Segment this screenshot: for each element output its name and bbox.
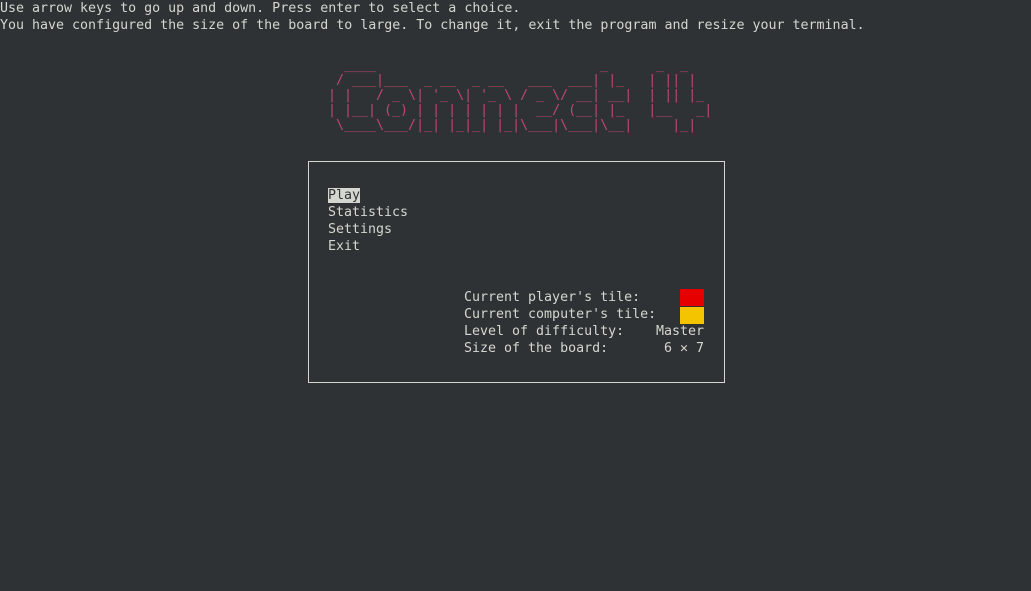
instruction-line-board-size: You have configured the size of the boar… xyxy=(0,18,865,33)
menu-item-play[interactable]: Play xyxy=(328,187,361,204)
board-size-value: 6 ✕ 7 xyxy=(663,341,704,356)
player-tile-color xyxy=(680,289,704,306)
player-tile-label: Current player's tile: xyxy=(464,290,641,305)
board-size-label: Size of the board: xyxy=(464,341,609,356)
player-tile-swatch xyxy=(680,289,704,306)
connect-4-ascii-logo: ____ _ _ _ / ___|___ _ __ _ __ ___ ___| … xyxy=(328,58,713,133)
menu-item-settings-label: Settings xyxy=(328,222,393,237)
instruction-line-navigation: Use arrow keys to go up and down. Press … xyxy=(0,1,521,16)
difficulty-value: Master xyxy=(655,324,704,339)
menu-item-statistics[interactable]: Statistics xyxy=(328,204,408,221)
main-menu-panel: Play Statistics Settings Exit Current pl… xyxy=(308,161,725,383)
menu-item-exit[interactable]: Exit xyxy=(328,238,360,255)
computer-tile-color xyxy=(680,307,704,324)
menu-item-exit-label: Exit xyxy=(328,239,361,254)
menu-item-settings[interactable]: Settings xyxy=(328,221,392,238)
menu-item-play-label: Play xyxy=(328,188,361,203)
menu-item-statistics-label: Statistics xyxy=(328,205,409,220)
computer-tile-label: Current computer's tile: xyxy=(464,307,657,322)
difficulty-label: Level of difficulty: xyxy=(464,324,625,339)
computer-tile-swatch xyxy=(680,307,704,324)
